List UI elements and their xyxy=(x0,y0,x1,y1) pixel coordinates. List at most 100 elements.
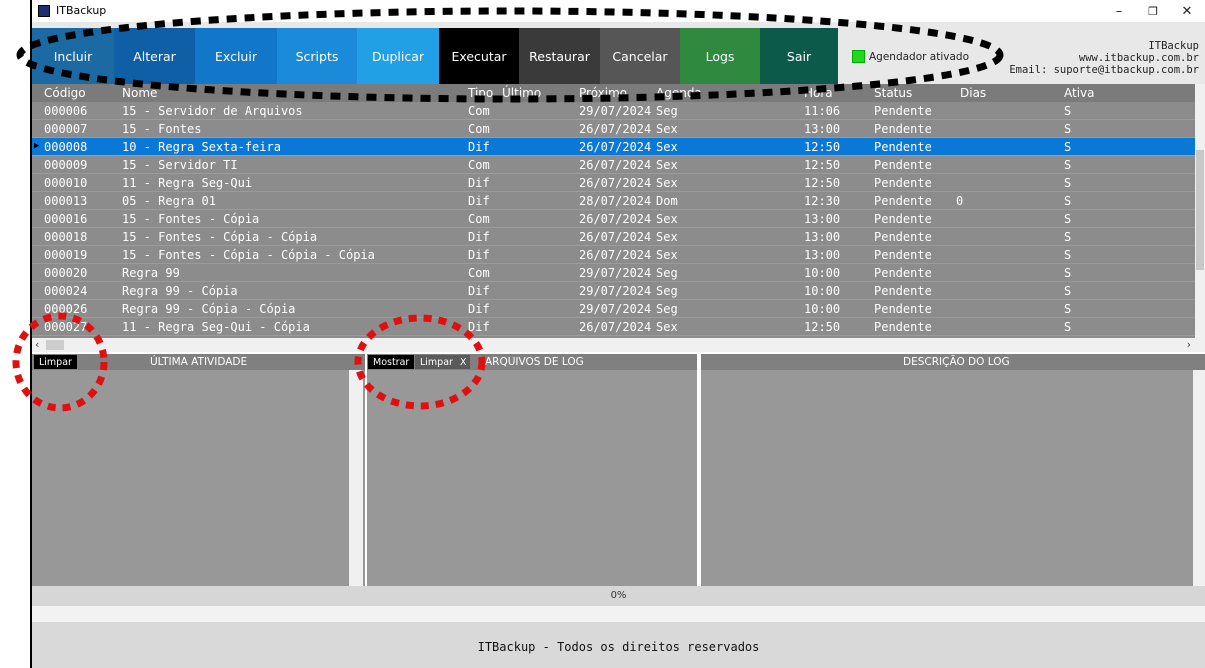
cell-proximo: 29/07/2024 xyxy=(579,104,652,118)
table-horizontal-scrollbar[interactable]: ‹ › xyxy=(32,338,1205,352)
col-tipo[interactable]: Tipo xyxy=(468,86,493,100)
scripts-button[interactable]: Scripts xyxy=(277,28,357,84)
restaurar-button[interactable]: Restaurar xyxy=(519,28,600,84)
col-status[interactable]: Status xyxy=(874,86,912,100)
scheduler-label: Agendador ativado xyxy=(869,50,970,63)
cell-agenda: Seg xyxy=(656,104,678,118)
alterar-button[interactable]: Alterar xyxy=(114,28,195,84)
cell-ativa: S xyxy=(1064,176,1072,190)
cell-agenda: Sex xyxy=(656,320,678,334)
cell-nome: 15 - Fontes - Cópia - Cópia - Cópia xyxy=(122,248,375,262)
scheduler-indicator-icon[interactable] xyxy=(852,50,865,63)
scrollbar-thumb[interactable] xyxy=(46,340,64,350)
cell-codigo: 000009 xyxy=(44,158,88,172)
cell-agenda: Sex xyxy=(656,122,678,136)
cell-agenda: Sex xyxy=(656,212,678,226)
cell-agenda: Seg xyxy=(656,266,678,280)
col-ultimo[interactable]: Último xyxy=(502,86,541,100)
cell-tipo: Dif xyxy=(468,284,490,298)
executar-button[interactable]: Executar xyxy=(439,28,519,84)
cell-nome: Regra 99 xyxy=(122,266,180,280)
table-vertical-scrollbar[interactable] xyxy=(1195,84,1205,338)
cell-nome: 15 - Fontes - Cópia xyxy=(122,212,260,226)
cell-status: Pendente xyxy=(874,140,932,154)
cell-status: Pendente xyxy=(874,284,932,298)
log-close-button[interactable]: X xyxy=(457,355,470,369)
table-row[interactable]: 000026 Regra 99 - Cópia - Cópia Dif 29/07/2… xyxy=(32,300,1195,318)
scrollbar-thumb[interactable] xyxy=(1196,150,1204,270)
table-row[interactable]: 000024 Regra 99 - Cópia Dif 29/07/2024 Seg 10… xyxy=(32,282,1195,300)
excluir-button[interactable]: Excluir xyxy=(195,28,277,84)
cell-proximo: 29/07/2024 xyxy=(579,284,652,298)
activity-panel: Limpar ÚLTIMA ATIVIDADE xyxy=(32,354,365,586)
cell-proximo: 26/07/2024 xyxy=(579,248,652,262)
table-header: Código Nome Tipo Último Próximo Agenda H… xyxy=(32,84,1195,102)
table-row[interactable]: 000018 15 - Fontes - Cópia - Cópia Dif 26/0… xyxy=(32,228,1195,246)
close-button[interactable]: ✕ xyxy=(1169,0,1205,22)
table-row[interactable]: 000019 15 - Fontes - Cópia - Cópia - Cópi… xyxy=(32,246,1195,264)
app-icon xyxy=(38,5,50,17)
cell-nome: 10 - Regra Sexta-feira xyxy=(122,140,281,154)
cell-hora: 13:00 xyxy=(804,122,841,136)
cell-codigo: 000026 xyxy=(44,302,88,316)
window-title: ITBackup xyxy=(56,4,107,17)
cell-nome: 11 - Regra Seg-Qui - Cópia xyxy=(122,320,310,334)
cell-tipo: Com xyxy=(468,122,490,136)
col-nome[interactable]: Nome xyxy=(122,86,157,100)
col-hora[interactable]: Hora xyxy=(804,86,833,100)
table-row[interactable]: 000009 15 - Servidor TI Com 26/07/2024 Sex 12… xyxy=(32,156,1195,174)
cell-hora: 13:00 xyxy=(804,248,841,262)
cell-ativa: S xyxy=(1064,230,1072,244)
table-row[interactable]: 000013 05 - Regra 01 Dif 28/07/2024 Dom 12:30… xyxy=(32,192,1195,210)
activity-clear-button[interactable]: Limpar xyxy=(34,355,77,369)
col-agenda[interactable]: Agenda xyxy=(656,86,702,100)
cell-ativa: S xyxy=(1064,122,1072,136)
cell-ativa: S xyxy=(1064,212,1072,226)
activity-panel-title: ÚLTIMA ATIVIDADE xyxy=(150,356,248,368)
table-row[interactable]: 000027 11 - Regra Seg-Qui - Cópia Dif 26/07… xyxy=(32,318,1195,336)
cell-hora: 11:06 xyxy=(804,104,841,118)
toolbar: Incluir Alterar Excluir Scripts Duplicar… xyxy=(32,22,1205,84)
cell-hora: 12:30 xyxy=(804,194,841,208)
incluir-button[interactable]: Incluir xyxy=(32,28,114,84)
scroll-left-icon[interactable]: ‹ xyxy=(35,338,39,351)
log-description-panel-title: DESCRIÇÃO DO LOG xyxy=(903,356,1010,368)
brand-info: ITBackup www.itbackup.com.br Email: supo… xyxy=(1009,40,1199,76)
restore-button[interactable]: ❐ xyxy=(1135,0,1171,22)
cancelar-button[interactable]: Cancelar xyxy=(600,28,680,84)
log-description-scrollbar[interactable] xyxy=(1193,370,1205,586)
cell-nome: 15 - Servidor TI xyxy=(122,158,238,172)
cell-proximo: 26/07/2024 xyxy=(579,122,652,136)
backup-rules-table[interactable]: Código Nome Tipo Último Próximo Agenda H… xyxy=(32,84,1205,338)
col-proximo[interactable]: Próximo xyxy=(579,86,627,100)
table-row[interactable]: ▶ 000008 10 - Regra Sexta-feira Dif 26/07/20… xyxy=(32,138,1195,156)
cell-codigo: 000007 xyxy=(44,122,88,136)
col-ativa[interactable]: Ativa xyxy=(1064,86,1095,100)
cell-proximo: 26/07/2024 xyxy=(579,320,652,334)
cell-hora: 10:00 xyxy=(804,284,841,298)
duplicar-button[interactable]: Duplicar xyxy=(357,28,439,84)
log-show-button[interactable]: Mostrar xyxy=(368,355,415,369)
table-row[interactable]: 000007 15 - Fontes Com 26/07/2024 Sex 13:00 Pe… xyxy=(32,120,1195,138)
cell-hora: 13:00 xyxy=(804,230,841,244)
sair-button[interactable]: Sair xyxy=(760,28,838,84)
activity-scrollbar[interactable] xyxy=(349,370,363,586)
cell-proximo: 26/07/2024 xyxy=(579,230,652,244)
log-clear-button[interactable]: Limpar xyxy=(415,355,458,369)
cell-codigo: 000013 xyxy=(44,194,88,208)
cell-ativa: S xyxy=(1064,266,1072,280)
scroll-right-icon[interactable]: › xyxy=(1187,338,1191,351)
status-strip xyxy=(32,606,1205,622)
minimize-button[interactable]: – xyxy=(1101,0,1137,22)
logs-button[interactable]: Logs xyxy=(680,28,760,84)
col-dias[interactable]: Dias xyxy=(960,86,986,100)
cell-tipo: Dif xyxy=(468,140,490,154)
col-codigo[interactable]: Código xyxy=(44,86,86,100)
table-row[interactable]: 000020 Regra 99 Com 29/07/2024 Seg 10:00 Pende… xyxy=(32,264,1195,282)
table-row[interactable]: 000010 11 - Regra Seg-Qui Dif 26/07/2024 Sex… xyxy=(32,174,1195,192)
table-row[interactable]: 000006 15 - Servidor de Arquivos Com 29/07/… xyxy=(32,102,1195,120)
log-description-panel: DESCRIÇÃO DO LOG xyxy=(701,354,1205,586)
table-row[interactable]: 000016 15 - Fontes - Cópia Com 26/07/2024 Se… xyxy=(32,210,1195,228)
scheduler-status[interactable]: Agendador ativado xyxy=(852,50,969,63)
cell-tipo: Com xyxy=(468,266,490,280)
